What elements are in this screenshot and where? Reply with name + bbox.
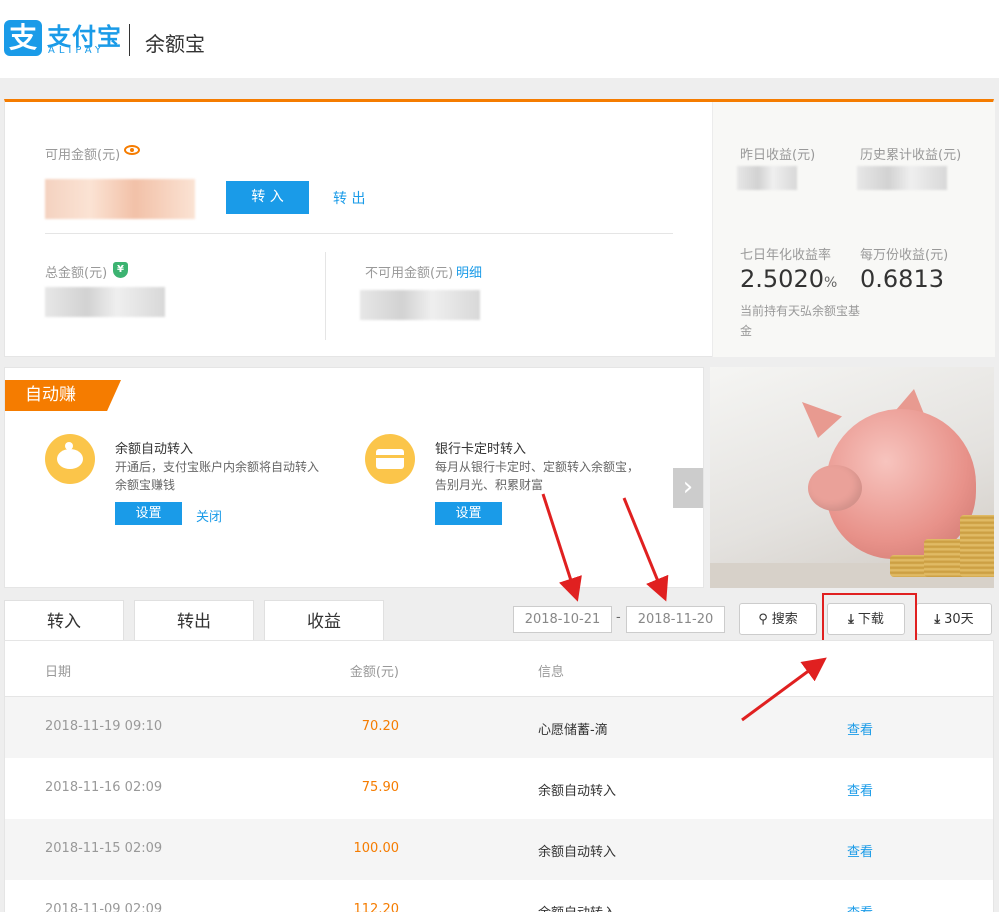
balance-panel: 可用金额(元) 转 入 转 出 总金额(元) ¥ 不可用金额(元) 明细 昨日收… xyxy=(4,99,995,357)
divider xyxy=(325,252,326,340)
eye-icon[interactable] xyxy=(124,145,140,155)
auto-earn-panel: 自动赚 余额自动转入 开通后，支付宝账户内余额将自动转入余额宝赚钱 设置 关闭 … xyxy=(4,367,704,588)
per-10k-earnings-label: 每万份收益(元) xyxy=(860,248,949,263)
feature-scheduled-transfer-desc: 每月从银行卡定时、定额转入余额宝，告别月光、积累财富 xyxy=(435,460,640,492)
table-row: 2018-11-09 02:09 112.20 余额自动转入 查看 xyxy=(5,880,993,912)
row-date: 2018-11-15 02:09 xyxy=(45,841,163,856)
search-button-label: 搜索 xyxy=(771,612,798,627)
total-amount-masked xyxy=(45,287,165,317)
row-amount: 75.90 xyxy=(361,780,399,795)
row-view-link[interactable]: 查看 xyxy=(847,841,873,860)
transfer-out-link[interactable]: 转 出 xyxy=(333,188,365,208)
detail-link[interactable]: 明细 xyxy=(456,262,482,281)
auto-transfer-settings-button[interactable]: 设置 xyxy=(115,502,182,525)
row-date: 2018-11-19 09:10 xyxy=(45,719,163,734)
thirty-days-button[interactable]: ⤓ 30天 xyxy=(916,603,992,635)
available-amount-masked xyxy=(45,179,195,219)
feature-auto-transfer-title: 余额自动转入 xyxy=(115,442,194,457)
row-amount: 70.20 xyxy=(361,719,399,734)
yesterday-earnings-masked xyxy=(737,166,797,190)
row-info: 余额自动转入 xyxy=(538,784,617,799)
history-earnings-label: 历史累计收益(元) xyxy=(860,148,962,163)
history-earnings-masked xyxy=(857,166,947,190)
app-header: 支 支付宝 ALIPAY 余额宝 xyxy=(0,0,999,78)
header-amount: 金额(元) xyxy=(349,665,399,680)
transfer-in-button[interactable]: 转 入 xyxy=(226,181,309,214)
seven-day-yield-number: 2.5020 xyxy=(740,265,824,293)
feature-auto-transfer-desc: 开通后，支付宝账户内余额将自动转入余额宝赚钱 xyxy=(115,460,320,492)
tab-transfer-in[interactable]: 转入 xyxy=(4,600,124,642)
row-view-link[interactable]: 查看 xyxy=(847,719,873,738)
row-info: 心愿储蓄-滴 xyxy=(538,723,608,738)
percent-unit: % xyxy=(823,275,838,291)
search-icon: ⚲ xyxy=(758,612,768,627)
start-date-input[interactable]: 2018-10-21 xyxy=(513,606,612,633)
earnings-panel: 昨日收益(元) 历史累计收益(元) 七日年化收益率 2.5020% 每万份收益(… xyxy=(712,102,995,357)
annotation-highlight-box xyxy=(822,593,917,646)
row-view-link[interactable]: 查看 xyxy=(847,780,873,799)
per-10k-earnings-value: 0.6813 xyxy=(860,265,944,293)
alipay-logo-icon[interactable]: 支 xyxy=(4,20,42,56)
thirty-days-button-label: 30天 xyxy=(944,612,974,627)
unavailable-amount-label: 不可用金额(元) xyxy=(365,266,454,281)
scheduled-transfer-settings-button[interactable]: 设置 xyxy=(435,502,502,525)
unavailable-amount-masked xyxy=(360,290,480,320)
coin-stack xyxy=(960,515,994,577)
total-amount-label: 总金额(元) xyxy=(45,266,108,281)
table-row: 2018-11-19 09:10 70.20 心愿储蓄-滴 查看 xyxy=(5,697,993,758)
end-date-input[interactable]: 2018-11-20 xyxy=(626,606,725,633)
page-title: 余额宝 xyxy=(145,32,205,56)
header-divider xyxy=(129,24,130,56)
alipay-logo-subtext: ALIPAY xyxy=(48,45,105,56)
row-info: 余额自动转入 xyxy=(538,902,616,912)
piggy-bank-icon xyxy=(45,434,95,484)
row-view-link[interactable]: 查看 xyxy=(847,902,873,912)
seven-day-yield-value: 2.5020% xyxy=(740,265,837,293)
table-header: 日期 金额(元) 信息 xyxy=(5,641,993,697)
tab-transfer-out[interactable]: 转出 xyxy=(134,600,254,641)
table-row: 2018-11-16 02:09 75.90 余额自动转入 查看 xyxy=(5,758,993,819)
tab-earnings[interactable]: 收益 xyxy=(264,600,384,641)
next-arrow-icon[interactable]: › xyxy=(673,468,703,508)
table-row: 2018-11-15 02:09 100.00 余额自动转入 查看 xyxy=(5,819,993,880)
search-button[interactable]: ⚲ 搜索 xyxy=(739,603,817,635)
fund-note: 当前持有天弘余额宝基金 xyxy=(740,304,861,338)
row-info: 余额自动转入 xyxy=(538,845,617,860)
date-separator: - xyxy=(616,610,621,625)
divider xyxy=(45,233,673,234)
header-date: 日期 xyxy=(45,665,72,680)
available-amount-label: 可用金额(元) xyxy=(45,148,121,163)
row-date: 2018-11-16 02:09 xyxy=(45,780,163,795)
feature-scheduled-transfer-title: 银行卡定时转入 xyxy=(435,442,527,457)
row-amount: 100.00 xyxy=(353,841,400,856)
header-info: 信息 xyxy=(538,665,565,680)
download-icon: ⤓ xyxy=(934,612,941,627)
yesterday-earnings-label: 昨日收益(元) xyxy=(740,148,816,163)
piggy-bank-banner-image[interactable] xyxy=(710,367,994,588)
auto-transfer-close-link[interactable]: 关闭 xyxy=(196,506,222,525)
bank-card-icon xyxy=(365,434,415,484)
row-amount: 112.20 xyxy=(353,902,400,912)
transactions-table: 日期 金额(元) 信息 2018-11-19 09:10 70.20 心愿储蓄-… xyxy=(4,640,994,912)
shield-icon: ¥ xyxy=(113,262,128,278)
pig-ear xyxy=(802,402,842,438)
pig-snout xyxy=(808,465,862,511)
seven-day-yield-label: 七日年化收益率 xyxy=(740,248,832,263)
auto-earn-tag: 自动赚 xyxy=(5,380,121,411)
row-date: 2018-11-09 02:09 xyxy=(45,902,163,912)
